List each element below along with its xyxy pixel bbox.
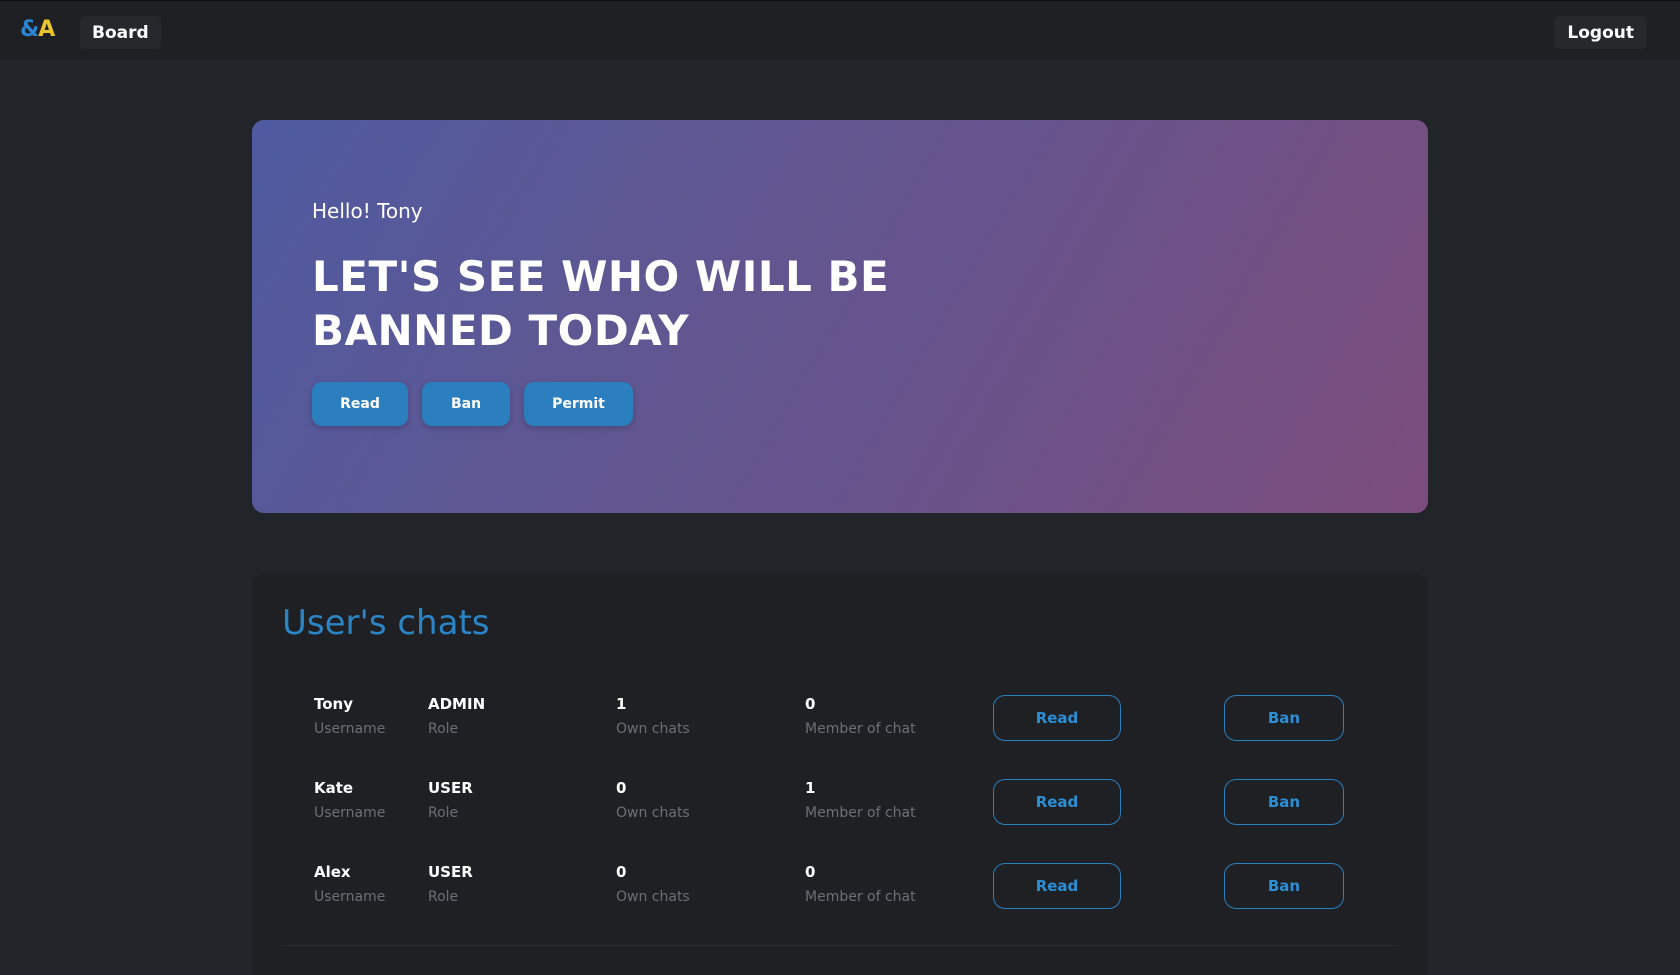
own-chats-cell: 1 Own chats bbox=[616, 694, 690, 738]
own-chats-label: Own chats bbox=[616, 721, 690, 737]
member-of-chat-label: Member of chat bbox=[805, 889, 916, 905]
ban-button[interactable]: Ban bbox=[1224, 695, 1344, 741]
member-of-chat-value: 0 bbox=[805, 695, 816, 713]
hero-read-button[interactable]: Read bbox=[312, 382, 408, 426]
role-value: USER bbox=[428, 863, 473, 881]
app-logo[interactable]: &A bbox=[20, 17, 55, 42]
table-row: Tony Username ADMIN Role 1 Own chats 0 M… bbox=[252, 694, 1428, 764]
own-chats-label: Own chats bbox=[616, 889, 690, 905]
member-of-chat-label: Member of chat bbox=[805, 805, 916, 821]
role-cell: USER Role bbox=[428, 862, 473, 906]
username-cell: Kate Username bbox=[314, 778, 385, 822]
logout-button[interactable]: Logout bbox=[1554, 16, 1647, 49]
hero-permit-button[interactable]: Permit bbox=[524, 382, 633, 426]
logo-ampersand: & bbox=[20, 17, 39, 42]
own-chats-value: 1 bbox=[616, 695, 627, 713]
role-label: Role bbox=[428, 805, 459, 821]
username-label: Username bbox=[314, 721, 386, 737]
own-chats-cell: 0 Own chats bbox=[616, 862, 690, 906]
read-button[interactable]: Read bbox=[993, 779, 1121, 825]
read-button[interactable]: Read bbox=[993, 695, 1121, 741]
own-chats-cell: 0 Own chats bbox=[616, 778, 690, 822]
users-chats-panel: User's chats Tony Username ADMIN Role 1 … bbox=[252, 573, 1428, 975]
ban-button[interactable]: Ban bbox=[1224, 863, 1344, 909]
role-value: ADMIN bbox=[428, 695, 486, 713]
own-chats-value: 0 bbox=[616, 779, 627, 797]
panel-title: User's chats bbox=[282, 603, 490, 643]
member-of-chat-cell: 1 Member of chat bbox=[805, 778, 916, 822]
hero-title: LET'S SEE WHO WILL BE BANNED TODAY bbox=[312, 252, 890, 355]
username-cell: Alex Username bbox=[314, 862, 385, 906]
role-value: USER bbox=[428, 779, 473, 797]
logo-letter: A bbox=[38, 17, 55, 42]
role-label: Role bbox=[428, 721, 459, 737]
nav-board-link[interactable]: Board bbox=[80, 16, 161, 49]
hero-ban-button[interactable]: Ban bbox=[422, 382, 510, 426]
member-of-chat-value: 0 bbox=[805, 863, 816, 881]
own-chats-value: 0 bbox=[616, 863, 627, 881]
member-of-chat-label: Member of chat bbox=[805, 721, 916, 737]
username-value: Kate bbox=[314, 779, 354, 797]
username-label: Username bbox=[314, 805, 386, 821]
own-chats-label: Own chats bbox=[616, 805, 690, 821]
table-row: Kate Username USER Role 0 Own chats 1 Me… bbox=[252, 778, 1428, 848]
table-row: Alex Username USER Role 0 Own chats 0 Me… bbox=[252, 862, 1428, 932]
hero-greeting: Hello! Tony bbox=[312, 199, 423, 223]
role-cell: ADMIN Role bbox=[428, 694, 485, 738]
table-divider bbox=[282, 945, 1398, 946]
hero-banner: Hello! Tony LET'S SEE WHO WILL BE BANNED… bbox=[252, 120, 1428, 513]
role-cell: USER Role bbox=[428, 778, 473, 822]
username-value: Tony bbox=[314, 695, 354, 713]
ban-button[interactable]: Ban bbox=[1224, 779, 1344, 825]
member-of-chat-cell: 0 Member of chat bbox=[805, 694, 916, 738]
read-button[interactable]: Read bbox=[993, 863, 1121, 909]
username-cell: Tony Username bbox=[314, 694, 385, 738]
role-label: Role bbox=[428, 889, 459, 905]
top-navbar: &A Board Logout bbox=[0, 0, 1680, 60]
member-of-chat-value: 1 bbox=[805, 779, 816, 797]
member-of-chat-cell: 0 Member of chat bbox=[805, 862, 916, 906]
username-label: Username bbox=[314, 889, 386, 905]
username-value: Alex bbox=[314, 863, 351, 881]
